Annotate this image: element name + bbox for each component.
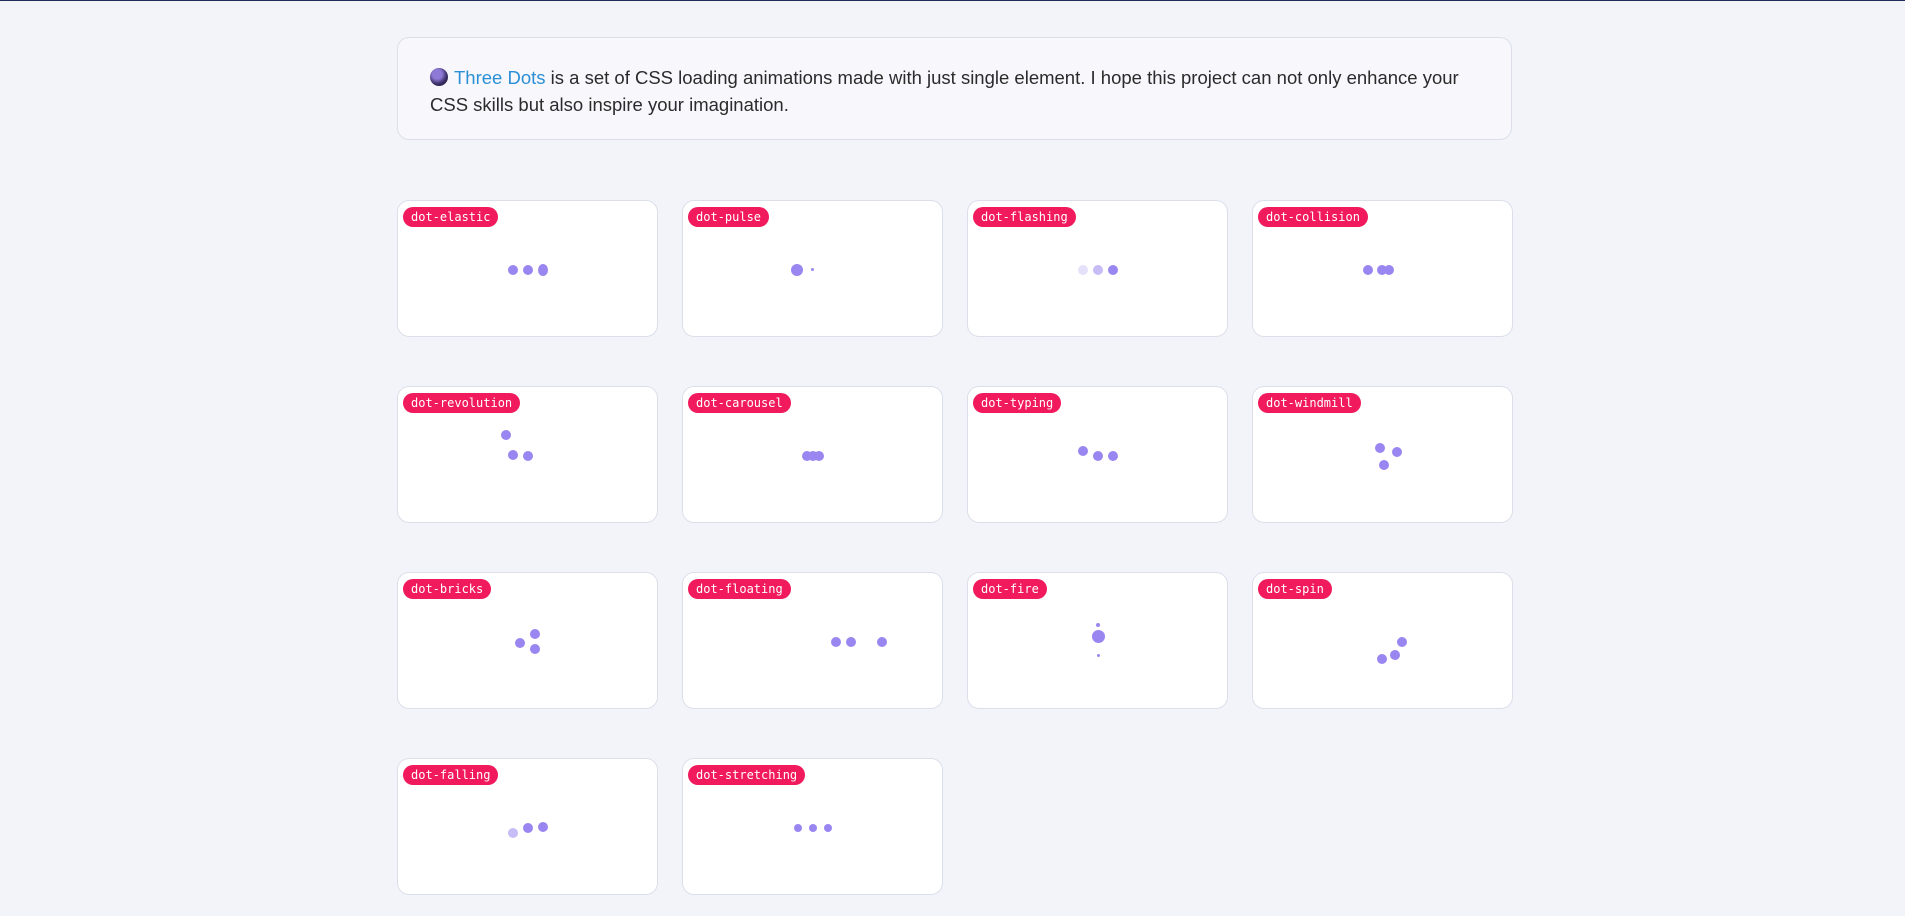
dot — [1108, 265, 1118, 275]
dot — [1096, 623, 1100, 627]
dot — [791, 264, 803, 276]
dot — [1363, 265, 1373, 275]
card-label: dot-collision — [1258, 207, 1368, 227]
card-dot-stretching[interactable]: dot-stretching — [682, 758, 943, 895]
dot — [1093, 265, 1103, 275]
dot — [809, 824, 817, 832]
dot — [530, 629, 540, 639]
dot — [538, 264, 548, 276]
dot — [508, 828, 518, 838]
card-dot-falling[interactable]: dot-falling — [397, 758, 658, 895]
dot — [1390, 650, 1400, 660]
card-dot-elastic[interactable]: dot-elastic — [397, 200, 658, 337]
card-dot-fire[interactable]: dot-fire — [967, 572, 1228, 709]
dot — [1384, 265, 1394, 275]
card-label: dot-spin — [1258, 579, 1332, 599]
card-dot-flashing[interactable]: dot-flashing — [967, 200, 1228, 337]
dot — [1377, 654, 1387, 664]
dot — [501, 430, 511, 440]
card-dot-collision[interactable]: dot-collision — [1252, 200, 1513, 337]
dot — [523, 265, 533, 275]
card-label: dot-elastic — [403, 207, 499, 227]
dot — [508, 450, 518, 460]
dot — [523, 451, 533, 461]
card-dot-windmill[interactable]: dot-windmill — [1252, 386, 1513, 523]
dot — [1108, 451, 1118, 461]
dot — [523, 823, 533, 833]
dot — [1397, 637, 1407, 647]
card-label: dot-bricks — [403, 579, 492, 599]
dot — [1097, 654, 1100, 657]
top-border — [0, 0, 1905, 1]
dot — [1092, 630, 1105, 643]
dot — [1078, 446, 1088, 456]
dot — [1078, 265, 1088, 275]
dot — [538, 822, 548, 832]
dot — [530, 644, 540, 654]
three-dots-link[interactable]: Three Dots — [454, 67, 546, 88]
dot — [508, 265, 518, 275]
dot — [811, 268, 814, 271]
card-dot-pulse[interactable]: dot-pulse — [682, 200, 943, 337]
card-label: dot-windmill — [1258, 393, 1361, 413]
card-label: dot-floating — [688, 579, 791, 599]
intro-text: is a set of CSS loading animations made … — [430, 67, 1459, 115]
dot — [877, 637, 887, 647]
card-label: dot-carousel — [688, 393, 791, 413]
card-dot-bricks[interactable]: dot-bricks — [397, 572, 658, 709]
card-label: dot-pulse — [688, 207, 770, 227]
crystal-ball-icon — [430, 68, 448, 86]
intro-panel: Three Dots is a set of CSS loading anima… — [397, 37, 1512, 140]
card-dot-spin[interactable]: dot-spin — [1252, 572, 1513, 709]
card-dot-revolution[interactable]: dot-revolution — [397, 386, 658, 523]
dot — [1379, 460, 1389, 470]
dot — [515, 638, 525, 648]
dot — [831, 637, 841, 647]
dot — [794, 824, 802, 832]
dot — [1375, 443, 1385, 453]
card-dot-carousel[interactable]: dot-carousel — [682, 386, 943, 523]
dot — [1093, 451, 1103, 461]
card-label: dot-stretching — [688, 765, 806, 785]
dot — [846, 637, 856, 647]
dot — [814, 451, 824, 461]
card-dot-typing[interactable]: dot-typing — [967, 386, 1228, 523]
card-label: dot-fire — [973, 579, 1047, 599]
card-label: dot-flashing — [973, 207, 1076, 227]
dot — [1392, 447, 1402, 457]
dot — [824, 824, 832, 832]
card-label: dot-revolution — [403, 393, 521, 413]
card-dot-floating[interactable]: dot-floating — [682, 572, 943, 709]
card-label: dot-falling — [403, 765, 499, 785]
card-label: dot-typing — [973, 393, 1062, 413]
